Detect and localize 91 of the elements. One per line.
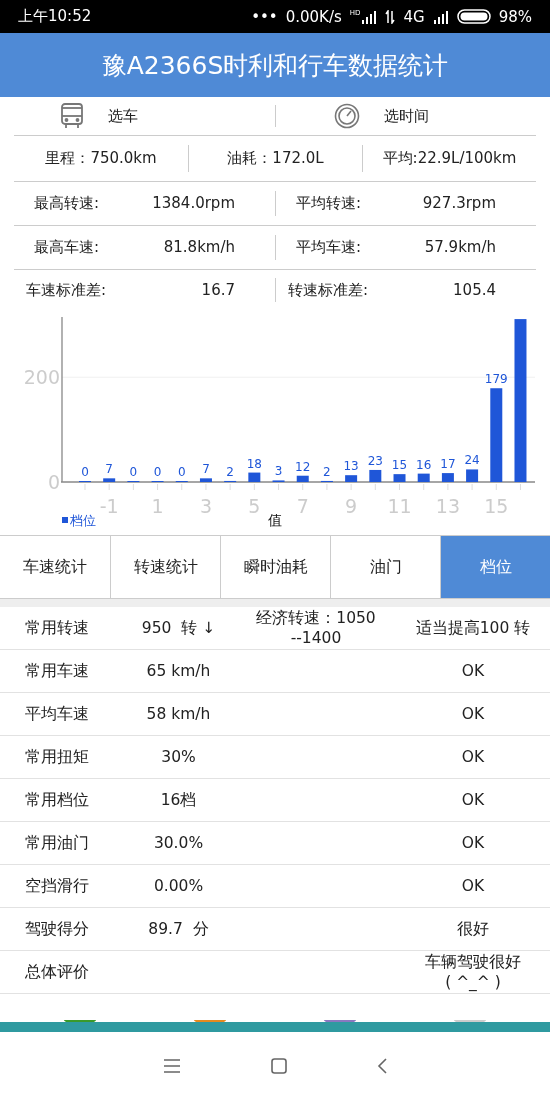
stat-label: 平均车速:	[296, 238, 362, 257]
item-value: 30.0%	[152, 833, 205, 853]
item-verdict: OK	[460, 790, 486, 810]
item-value: 0.00%	[152, 876, 205, 896]
bar	[417, 473, 430, 482]
item-value: 58 km/h	[145, 704, 212, 724]
select-vehicle-button[interactable]: 选车	[60, 103, 138, 129]
value-label: 23	[367, 453, 383, 468]
item-verdict: 车辆驾驶很好 ( ^_^ )	[424, 952, 522, 992]
network-speed: 0.00K/s	[285, 7, 342, 26]
value-label: 7	[105, 462, 113, 477]
select-time-button[interactable]: 选时间	[334, 103, 429, 129]
value-label: 3	[274, 464, 283, 479]
value-label: 0	[129, 465, 138, 479]
item-label: 平均车速	[24, 704, 90, 724]
value-label: 7	[202, 462, 210, 477]
menu-button[interactable]	[163, 1059, 181, 1073]
signal-icon	[361, 9, 378, 24]
item-label: 常用扭矩	[24, 747, 90, 767]
signal-icon	[432, 9, 449, 24]
summary-stat: 平均:22.9L/100km	[382, 149, 517, 168]
value-label: 179	[484, 372, 508, 387]
item-verdict: OK	[460, 704, 486, 724]
summary-stat: 油耗：172.0L	[227, 149, 324, 168]
item-verdict: OK	[460, 747, 486, 767]
stat-label: 车速标准差:	[26, 280, 107, 300]
bar	[393, 474, 406, 482]
gauge-icon	[334, 103, 360, 129]
chart-tab[interactable]: 档位	[440, 536, 550, 598]
value-label: 13	[343, 459, 359, 474]
bar	[441, 473, 454, 482]
bar	[199, 478, 212, 482]
stat-value: 57.9km/h	[424, 238, 496, 257]
value-label: 24	[464, 453, 480, 468]
value-label: 2	[323, 464, 331, 479]
stat-value: 105.4	[453, 281, 496, 299]
bar	[466, 469, 479, 482]
item-label: 常用转速	[24, 618, 90, 638]
value-label: 0	[177, 465, 186, 479]
battery-level: 98%	[498, 7, 532, 26]
stat-value: 81.8km/h	[163, 238, 235, 257]
network-type: 4G	[403, 7, 425, 26]
item-value: 89.7 分	[147, 919, 210, 939]
item-verdict: 很好	[456, 919, 490, 939]
legend-swatch	[62, 517, 68, 523]
item-label: 空挡滑行	[24, 876, 90, 896]
stat-label: 转速标准差:	[288, 280, 369, 300]
value-label: 2	[226, 464, 234, 479]
item-value: 16档	[159, 790, 198, 810]
value-label: 0	[153, 465, 162, 479]
battery-icon	[456, 9, 491, 24]
notification-dots: •••	[251, 7, 278, 26]
item-label: 驾驶得分	[24, 919, 90, 939]
value-label: 18	[246, 456, 262, 471]
item-label: 常用档位	[24, 790, 90, 810]
item-value: 65 km/h	[145, 661, 212, 681]
item-value: 950 转 ↓	[140, 618, 217, 638]
clock-time: 上午10:52	[18, 7, 92, 26]
back-button[interactable]	[377, 1058, 387, 1074]
item-note: 经济转速：1050 --1400	[255, 608, 377, 648]
item-label: 总体评价	[24, 962, 90, 982]
bar	[369, 469, 382, 482]
item-verdict: OK	[460, 876, 486, 896]
bus-icon	[60, 103, 84, 129]
item-label: 常用车速	[24, 661, 90, 681]
value-label: 17	[440, 457, 456, 472]
stat-label: 最高转速:	[34, 194, 100, 213]
stat-value: 16.7	[201, 281, 235, 299]
data-arrows-icon	[385, 9, 396, 24]
legend-label: 档位	[70, 513, 96, 528]
item-verdict: OK	[460, 661, 486, 681]
value-label: 12	[295, 459, 311, 474]
home-button[interactable]	[271, 1058, 287, 1074]
bar	[296, 475, 309, 482]
bar	[345, 475, 358, 482]
page-title: 豫A2366S时利和行车数据统计	[101, 49, 449, 82]
value-label: 0	[81, 465, 89, 479]
bar	[248, 472, 261, 482]
value-label: 15	[391, 458, 408, 473]
item-value: 30%	[160, 747, 197, 767]
item-verdict: 适当提高100 转	[414, 618, 532, 638]
item-label: 常用油门	[24, 833, 90, 853]
value-label: 16	[416, 457, 432, 472]
stat-label: 最高车速:	[34, 238, 100, 257]
x-axis-title: 值	[268, 512, 282, 528]
summary-stat: 里程：750.0km	[45, 149, 157, 168]
stat-value: 927.3rpm	[422, 194, 496, 213]
stat-value: 1384.0rpm	[152, 194, 235, 213]
item-verdict: OK	[460, 833, 486, 853]
stat-label: 平均转速:	[296, 194, 362, 213]
bar	[103, 478, 116, 482]
